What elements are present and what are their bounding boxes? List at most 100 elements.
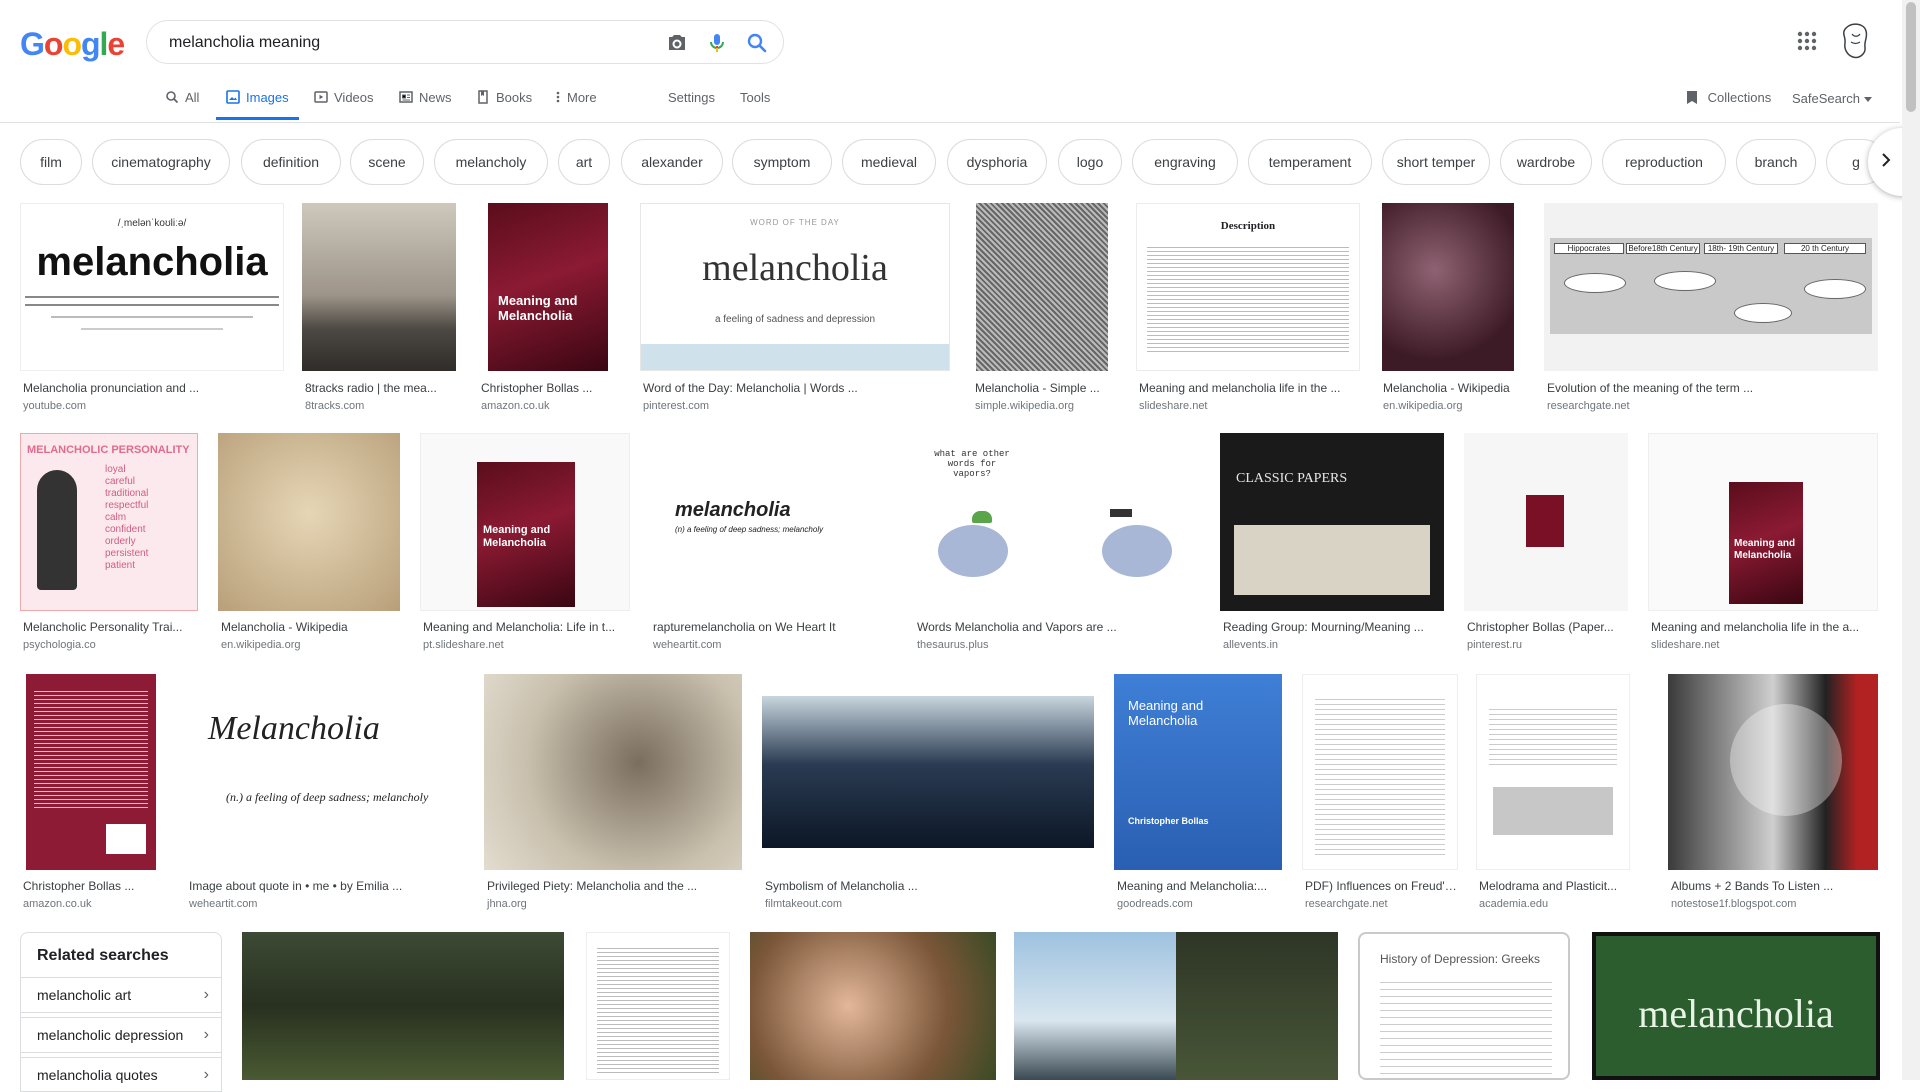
image-result[interactable]: Melancholia (n.) a feeling of deep sadne…: [186, 674, 466, 916]
chip[interactable]: definition: [241, 139, 341, 185]
image-result[interactable]: [1014, 932, 1338, 1080]
image-source: jhna.org: [487, 898, 527, 910]
search-icon[interactable]: [745, 31, 769, 55]
related-item[interactable]: melancholic depression ›: [21, 1017, 221, 1053]
image-source: pinterest.ru: [1467, 639, 1523, 651]
image-result[interactable]: [242, 932, 566, 1080]
timeline-box: Before18th Century: [1626, 243, 1700, 254]
chip[interactable]: engraving: [1132, 139, 1238, 185]
search-input[interactable]: [167, 29, 651, 57]
avatar[interactable]: [1838, 22, 1872, 65]
tab-books[interactable]: Books: [476, 90, 532, 120]
image-result[interactable]: PDF) Influences on Freud's... researchga…: [1302, 674, 1458, 916]
image-result[interactable]: MELANCHOLIC PERSONALITY loyal careful tr…: [20, 433, 198, 655]
chip[interactable]: scene: [350, 139, 424, 185]
logo-letter: l: [99, 26, 109, 62]
image-result[interactable]: [586, 932, 730, 1080]
thumbnail: [302, 203, 456, 371]
chip[interactable]: logo: [1058, 139, 1122, 185]
image-result[interactable]: Meaning and Melancholia Christopher Boll…: [1114, 674, 1282, 916]
header: Google All Images Videos: [0, 0, 1900, 123]
google-logo[interactable]: Google: [20, 26, 125, 63]
image-caption: Meaning and Melancholia: Life in t...: [423, 620, 616, 634]
image-result[interactable]: 8tracks radio | the mea... 8tracks.com: [302, 203, 456, 413]
chip[interactable]: temperament: [1248, 139, 1372, 185]
thumbnail: MELANCHOLIC PERSONALITY loyal careful tr…: [20, 433, 198, 611]
search-icon: [165, 90, 179, 107]
scrollbar[interactable]: [1902, 0, 1920, 1080]
image-result[interactable]: Description Meaning and melancholia life…: [1136, 203, 1360, 413]
image-result[interactable]: Melancholia - Wikipedia en.wikipedia.org: [218, 433, 400, 655]
collections-link[interactable]: Collections: [1686, 90, 1771, 108]
chip[interactable]: film: [20, 139, 82, 185]
image-result[interactable]: Christopher Bollas (Paper... pinterest.r…: [1464, 433, 1628, 655]
microphone-icon[interactable]: [705, 31, 729, 55]
image-source: en.wikipedia.org: [221, 639, 301, 651]
thumbnail: CLASSIC PAPERS: [1220, 433, 1444, 611]
image-result[interactable]: what are other words for vapors? Words M…: [914, 433, 1200, 655]
image-result[interactable]: [750, 932, 996, 1080]
tab-images[interactable]: Images: [216, 90, 299, 120]
image-result[interactable]: Symbolism of Melancholia ... filmtakeout…: [762, 674, 1096, 916]
image-result[interactable]: Meaning and Melancholia Meaning and mela…: [1648, 433, 1878, 655]
image-source: notestose1f.blogspot.com: [1671, 898, 1797, 910]
image-result[interactable]: WORD OF THE DAY melancholia a feeling of…: [640, 203, 952, 413]
related-searches: Related searches melancholic art › melan…: [20, 932, 222, 1092]
image-caption: Reading Group: Mourning/Meaning ...: [1223, 620, 1424, 634]
image-source: slideshare.net: [1651, 639, 1720, 651]
scrollbar-thumb[interactable]: [1906, 2, 1916, 112]
image-result[interactable]: Melodrama and Plasticit... academia.edu: [1476, 674, 1630, 916]
chip[interactable]: dysphoria: [947, 139, 1047, 185]
image-result[interactable]: melancholia (n) a feeling of deep sadnes…: [650, 433, 894, 655]
chip[interactable]: medieval: [842, 139, 936, 185]
image-source: allevents.in: [1223, 639, 1279, 651]
tab-more[interactable]: More: [555, 90, 597, 120]
image-result[interactable]: Christopher Bollas ... amazon.co.uk: [20, 674, 184, 916]
tab-all[interactable]: All: [165, 90, 199, 120]
image-result[interactable]: Melancholia - Simple ... simple.wikipedi…: [972, 203, 1112, 413]
image-result[interactable]: Melancholia - Wikipedia en.wikipedia.org: [1380, 203, 1514, 413]
image-result[interactable]: melancholia: [1592, 932, 1880, 1080]
image-result[interactable]: Albums + 2 Bands To Listen ... notestose…: [1668, 674, 1880, 916]
safesearch-button[interactable]: SafeSearch: [1792, 90, 1872, 106]
trait: traditional: [105, 488, 149, 499]
tab-news[interactable]: News: [399, 90, 452, 120]
image-result[interactable]: CLASSIC PAPERS Reading Group: Mourning/M…: [1220, 433, 1444, 655]
chip[interactable]: symptom: [732, 139, 832, 185]
thumb-title: Meaning and Melancholia: [483, 524, 551, 549]
image-caption: Christopher Bollas ...: [481, 381, 593, 395]
tab-videos[interactable]: Videos: [314, 90, 374, 120]
chip[interactable]: art: [558, 139, 610, 185]
tools-link[interactable]: Tools: [740, 90, 770, 120]
image-result[interactable]: Hippocrates Before18th Century 18th- 19t…: [1544, 203, 1878, 413]
camera-icon[interactable]: [665, 31, 689, 55]
image-result[interactable]: Meaning and Melancholia Meaning and Mela…: [420, 433, 630, 655]
chip[interactable]: alexander: [621, 139, 723, 185]
chip[interactable]: cinematography: [92, 139, 230, 185]
image-result[interactable]: Privileged Piety: Melancholia and the ..…: [484, 674, 744, 916]
image-result[interactable]: /ˌmelənˈkoʊliːə/ melancholia Melancholia…: [20, 203, 284, 413]
thumb-label: WORD OF THE DAY: [750, 218, 840, 227]
tab-label: Videos: [334, 90, 374, 105]
image-result[interactable]: History of Depression: Greeks: [1358, 932, 1572, 1080]
image-source: simple.wikipedia.org: [975, 400, 1075, 412]
image-result[interactable]: Meaning and Melancholia Christopher Boll…: [478, 203, 618, 413]
chip[interactable]: short temper: [1382, 139, 1490, 185]
thumb-author: Christopher Bollas: [1128, 816, 1209, 826]
thumbnail: what are other words for vapors?: [914, 433, 1200, 611]
related-item[interactable]: melancholia quotes ›: [21, 1057, 221, 1091]
chip-label: alexander: [641, 154, 703, 170]
image-source: pt.slideshare.net: [423, 639, 504, 651]
apps-grid-icon[interactable]: [1796, 30, 1818, 57]
chip[interactable]: melancholy: [434, 139, 548, 185]
related-item[interactable]: melancholic art ›: [21, 977, 221, 1013]
image-source: filmtakeout.com: [765, 898, 843, 910]
trait: calm: [105, 512, 127, 523]
trait: careful: [105, 476, 136, 487]
chip[interactable]: branch: [1736, 139, 1816, 185]
thumbnail: Description: [1136, 203, 1360, 371]
settings-link[interactable]: Settings: [668, 90, 715, 120]
thumbnail: [1302, 674, 1458, 870]
chip[interactable]: reproduction: [1602, 139, 1726, 185]
chip[interactable]: wardrobe: [1500, 139, 1592, 185]
